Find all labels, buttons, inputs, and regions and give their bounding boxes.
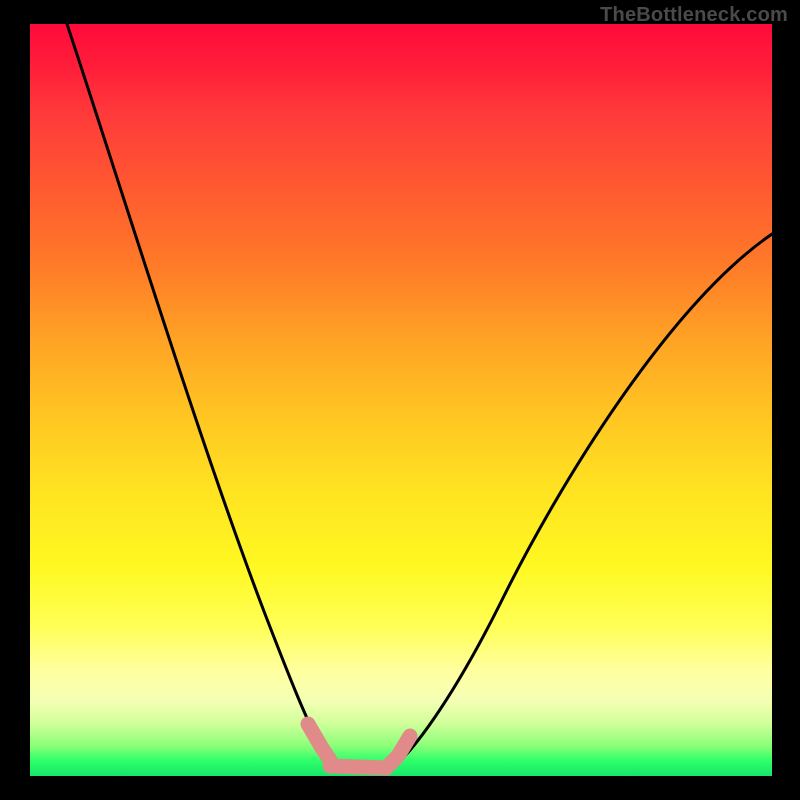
bottleneck-curve [67, 24, 772, 770]
chart-svg [30, 24, 772, 776]
target-band-bottom [330, 766, 386, 768]
chart-frame: TheBottleneck.com [0, 0, 800, 800]
plot-area [30, 24, 772, 776]
target-band-right [386, 736, 410, 768]
target-band-left [308, 724, 330, 760]
watermark-text: TheBottleneck.com [600, 4, 788, 27]
